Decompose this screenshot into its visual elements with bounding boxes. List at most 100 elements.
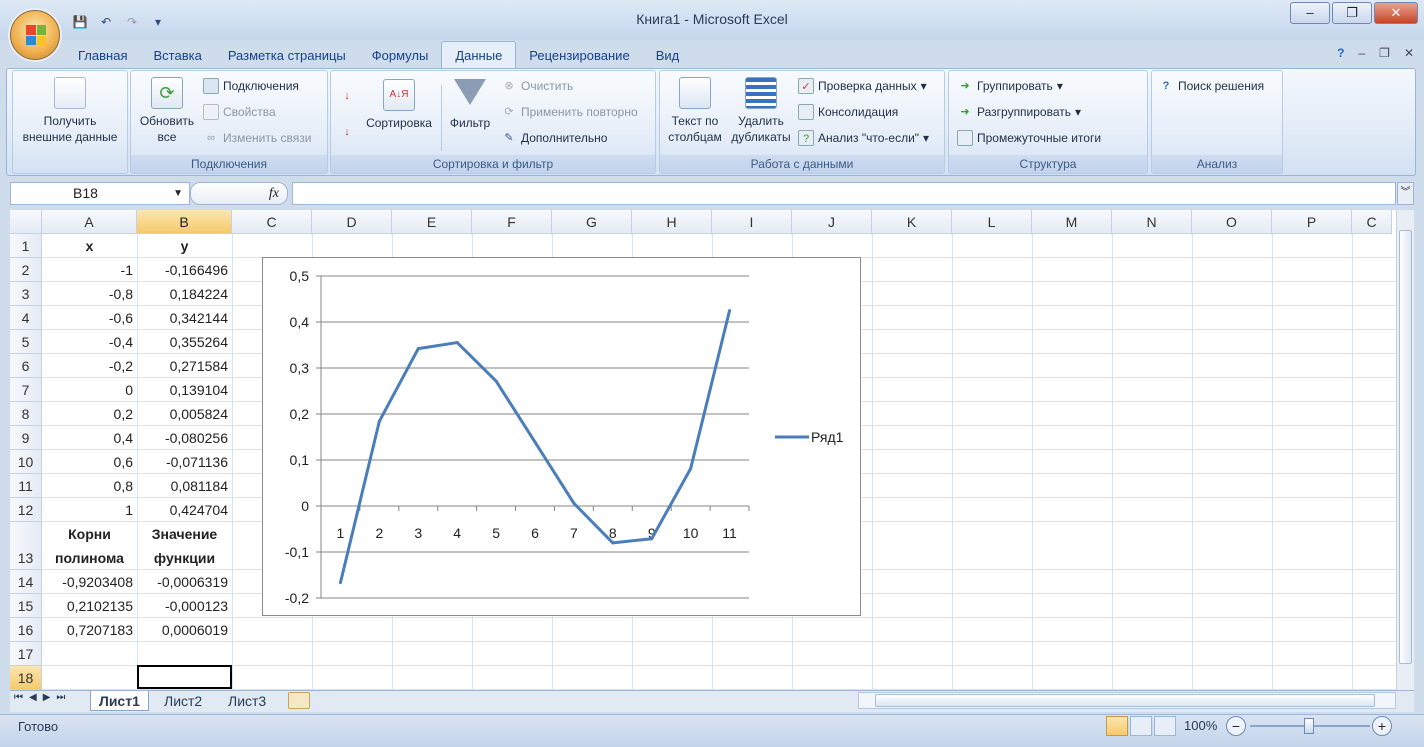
tab-page-layout[interactable]: Разметка страницы: [215, 44, 359, 68]
zoom-level[interactable]: 100%: [1184, 718, 1217, 733]
advanced-button[interactable]: ✎ Дополнительно: [501, 127, 607, 149]
row-header-10[interactable]: 10: [10, 450, 42, 474]
cell-b5[interactable]: 0,355264: [137, 330, 232, 354]
tab-review[interactable]: Рецензирование: [516, 44, 642, 68]
tab-insert[interactable]: Вставка: [140, 44, 214, 68]
consolidate-button[interactable]: Консолидация: [798, 101, 898, 123]
column-header-f-5[interactable]: F: [472, 210, 552, 234]
page-break-view-icon[interactable]: [1154, 716, 1176, 736]
row-header-3[interactable]: 3: [10, 282, 42, 306]
column-header-h-7[interactable]: H: [632, 210, 712, 234]
cell-b13a[interactable]: Значение: [137, 522, 232, 546]
cell-a14[interactable]: -0,9203408: [42, 570, 137, 594]
cell-b9[interactable]: -0,080256: [137, 426, 232, 450]
cell-b4[interactable]: 0,342144: [137, 306, 232, 330]
vertical-scrollbar[interactable]: [1396, 210, 1414, 690]
cell-b15[interactable]: -0,000123: [137, 594, 232, 618]
cell-b12[interactable]: 0,424704: [137, 498, 232, 522]
row-header-14[interactable]: 14: [10, 570, 42, 594]
column-header-k-10[interactable]: K: [872, 210, 952, 234]
cell-a13b[interactable]: полинома: [42, 546, 137, 570]
column-header-d-3[interactable]: D: [312, 210, 392, 234]
customize-qat-icon[interactable]: ▾: [148, 13, 168, 31]
cell-b2[interactable]: -0,166496: [137, 258, 232, 282]
office-button[interactable]: [10, 10, 60, 60]
ribbon-close-icon[interactable]: ✕: [1404, 46, 1414, 60]
expand-formula-bar-icon[interactable]: ︾: [1397, 182, 1414, 205]
column-header-a-0[interactable]: A: [42, 210, 137, 234]
cell-a11[interactable]: 0,8: [42, 474, 137, 498]
horizontal-scrollbar[interactable]: [858, 692, 1396, 709]
close-button[interactable]: ✕: [1374, 2, 1418, 24]
cell-a10[interactable]: 0,6: [42, 450, 137, 474]
cell-a5[interactable]: -0,4: [42, 330, 137, 354]
column-header-b-1[interactable]: B: [137, 210, 232, 234]
cell-a16[interactable]: 0,7207183: [42, 618, 137, 642]
minimize-button[interactable]: –: [1290, 2, 1330, 24]
function-icon[interactable]: fx: [269, 186, 279, 202]
text-to-columns-button[interactable]: Текст по столбцам: [662, 77, 728, 145]
redo-icon[interactable]: ↷: [122, 13, 142, 31]
ribbon-minimize-icon[interactable]: –: [1358, 46, 1365, 60]
column-header-j-9[interactable]: J: [792, 210, 872, 234]
cell-a1[interactable]: x: [42, 234, 137, 258]
cell-b11[interactable]: 0,081184: [137, 474, 232, 498]
line-chart[interactable]: 0,5 0,4 0,3 0,2 0,1 0 -0,1 -0,2 1 2 3 4 5 6 7 8 9 10 11 Ряд…: [262, 257, 861, 616]
normal-view-icon[interactable]: [1106, 716, 1128, 736]
cell-a9[interactable]: 0,4: [42, 426, 137, 450]
active-cell-B18[interactable]: [137, 665, 232, 689]
row-header-6[interactable]: 6: [10, 354, 42, 378]
sheet-tab-1[interactable]: Лист1: [90, 691, 149, 711]
subtotal-button[interactable]: Промежуточные итоги: [957, 127, 1101, 149]
group-button[interactable]: ➜ Группировать ▾: [957, 75, 1062, 97]
first-sheet-icon[interactable]: ⏮: [14, 692, 23, 703]
column-header-o-14[interactable]: O: [1192, 210, 1272, 234]
sheet-tab-2[interactable]: Лист2: [156, 691, 210, 711]
sort-za-button[interactable]: ↓: [339, 121, 355, 143]
reapply-button[interactable]: ⟳ Применить повторно: [501, 101, 637, 123]
clear-button[interactable]: ⊗ Очистить: [501, 75, 573, 97]
zoom-out-button[interactable]: −: [1226, 716, 1246, 736]
cell-a13a[interactable]: Корни: [42, 522, 137, 546]
tab-view[interactable]: Вид: [643, 44, 693, 68]
cell-a4[interactable]: -0,6: [42, 306, 137, 330]
row-header-11[interactable]: 11: [10, 474, 42, 498]
ribbon-restore-icon[interactable]: ❐: [1379, 46, 1390, 60]
last-sheet-icon[interactable]: ⏭: [56, 692, 65, 703]
cell-b16[interactable]: 0,0006019: [137, 618, 232, 642]
ungroup-button[interactable]: ➜ Разгруппировать ▾: [957, 101, 1081, 123]
help-icon[interactable]: ?: [1337, 46, 1344, 60]
cell-a6[interactable]: -0,2: [42, 354, 137, 378]
row-header-15[interactable]: 15: [10, 594, 42, 618]
page-layout-view-icon[interactable]: [1130, 716, 1152, 736]
cell-b10[interactable]: -0,071136: [137, 450, 232, 474]
column-header-c-2[interactable]: C: [232, 210, 312, 234]
row-header-9[interactable]: 9: [10, 426, 42, 450]
restore-button[interactable]: ❐: [1332, 2, 1372, 24]
row-header-4[interactable]: 4: [10, 306, 42, 330]
cell-a2[interactable]: -1: [42, 258, 137, 282]
tab-home[interactable]: Главная: [65, 44, 140, 68]
row-header-12[interactable]: 12: [10, 498, 42, 522]
properties-button[interactable]: Свойства: [203, 101, 276, 123]
vertical-scroll-thumb[interactable]: [1399, 230, 1412, 664]
row-header-17[interactable]: 17: [10, 642, 42, 666]
cell-b3[interactable]: 0,184224: [137, 282, 232, 306]
column-header-c-16[interactable]: C: [1352, 210, 1392, 234]
sort-button[interactable]: А↓Я Сортировка: [359, 79, 439, 131]
row-header-8[interactable]: 8: [10, 402, 42, 426]
remove-duplicates-button[interactable]: Удалить дубликаты: [728, 77, 794, 145]
get-external-data-button[interactable]: Получить внешние данные: [13, 77, 127, 145]
row-header-7[interactable]: 7: [10, 378, 42, 402]
insert-sheet-icon[interactable]: [288, 692, 310, 709]
solver-button[interactable]: ? Поиск решения: [1158, 75, 1264, 97]
column-header-l-11[interactable]: L: [952, 210, 1032, 234]
zoom-in-button[interactable]: +: [1372, 716, 1392, 736]
column-header-m-12[interactable]: M: [1032, 210, 1112, 234]
row-header-18[interactable]: 18: [10, 666, 42, 690]
column-header-i-8[interactable]: I: [712, 210, 792, 234]
connections-button[interactable]: Подключения: [203, 75, 299, 97]
undo-icon[interactable]: ↶: [96, 13, 116, 31]
tab-data[interactable]: Данные: [441, 41, 517, 68]
cell-a7[interactable]: 0: [42, 378, 137, 402]
